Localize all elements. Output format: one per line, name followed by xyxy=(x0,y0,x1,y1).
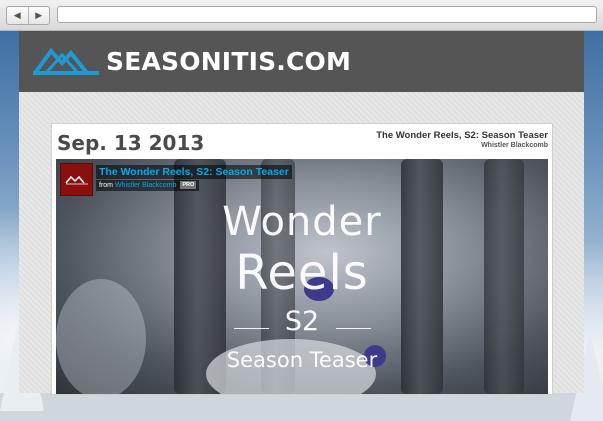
address-bar[interactable] xyxy=(57,6,597,23)
overlay-line-season-teaser: Season Teaser xyxy=(226,348,378,372)
back-button[interactable]: ◀ xyxy=(7,7,28,24)
brand-logo-icon xyxy=(64,175,88,184)
pro-badge: PRO xyxy=(180,181,197,190)
site-page: SEASONITIS.COM Sep. 13 2013 The Wonder R… xyxy=(19,31,584,395)
overlay-line-wonder: Wonder xyxy=(222,199,382,245)
byline-author-link[interactable]: Whistler Blackcomb xyxy=(115,182,176,189)
post-date: Sep. 13 2013 xyxy=(57,131,205,155)
video-title[interactable]: The Wonder Reels, S2: Season Teaser xyxy=(96,165,292,179)
browser-toolbar: ◀ ▶ xyxy=(0,0,603,31)
site-header: SEASONITIS.COM xyxy=(19,31,584,92)
back-arrow-icon: ◀ xyxy=(13,10,21,21)
forward-arrow-icon: ▶ xyxy=(35,10,43,21)
site-title[interactable]: SEASONITIS.COM xyxy=(106,47,351,77)
overlay-line-s2: S2 xyxy=(284,306,320,337)
mountain-logo-icon[interactable] xyxy=(32,44,102,76)
byline-prefix: from xyxy=(99,182,113,189)
overlay-rule-right xyxy=(336,328,371,329)
nav-button-group: ◀ ▶ xyxy=(6,6,50,25)
channel-avatar[interactable] xyxy=(60,163,93,196)
forward-button[interactable]: ▶ xyxy=(27,7,50,24)
post-subtitle: Whistler Blackcomb xyxy=(481,142,548,149)
post-title[interactable]: The Wonder Reels, S2: Season Teaser xyxy=(376,130,548,141)
overlay-line-reels: Reels xyxy=(235,245,369,301)
post-card: Sep. 13 2013 The Wonder Reels, S2: Seaso… xyxy=(51,123,553,395)
video-player[interactable]: The Wonder Reels, S2: Season Teaser from… xyxy=(56,159,548,394)
video-byline: from Whistler Blackcomb PRO xyxy=(96,180,200,191)
